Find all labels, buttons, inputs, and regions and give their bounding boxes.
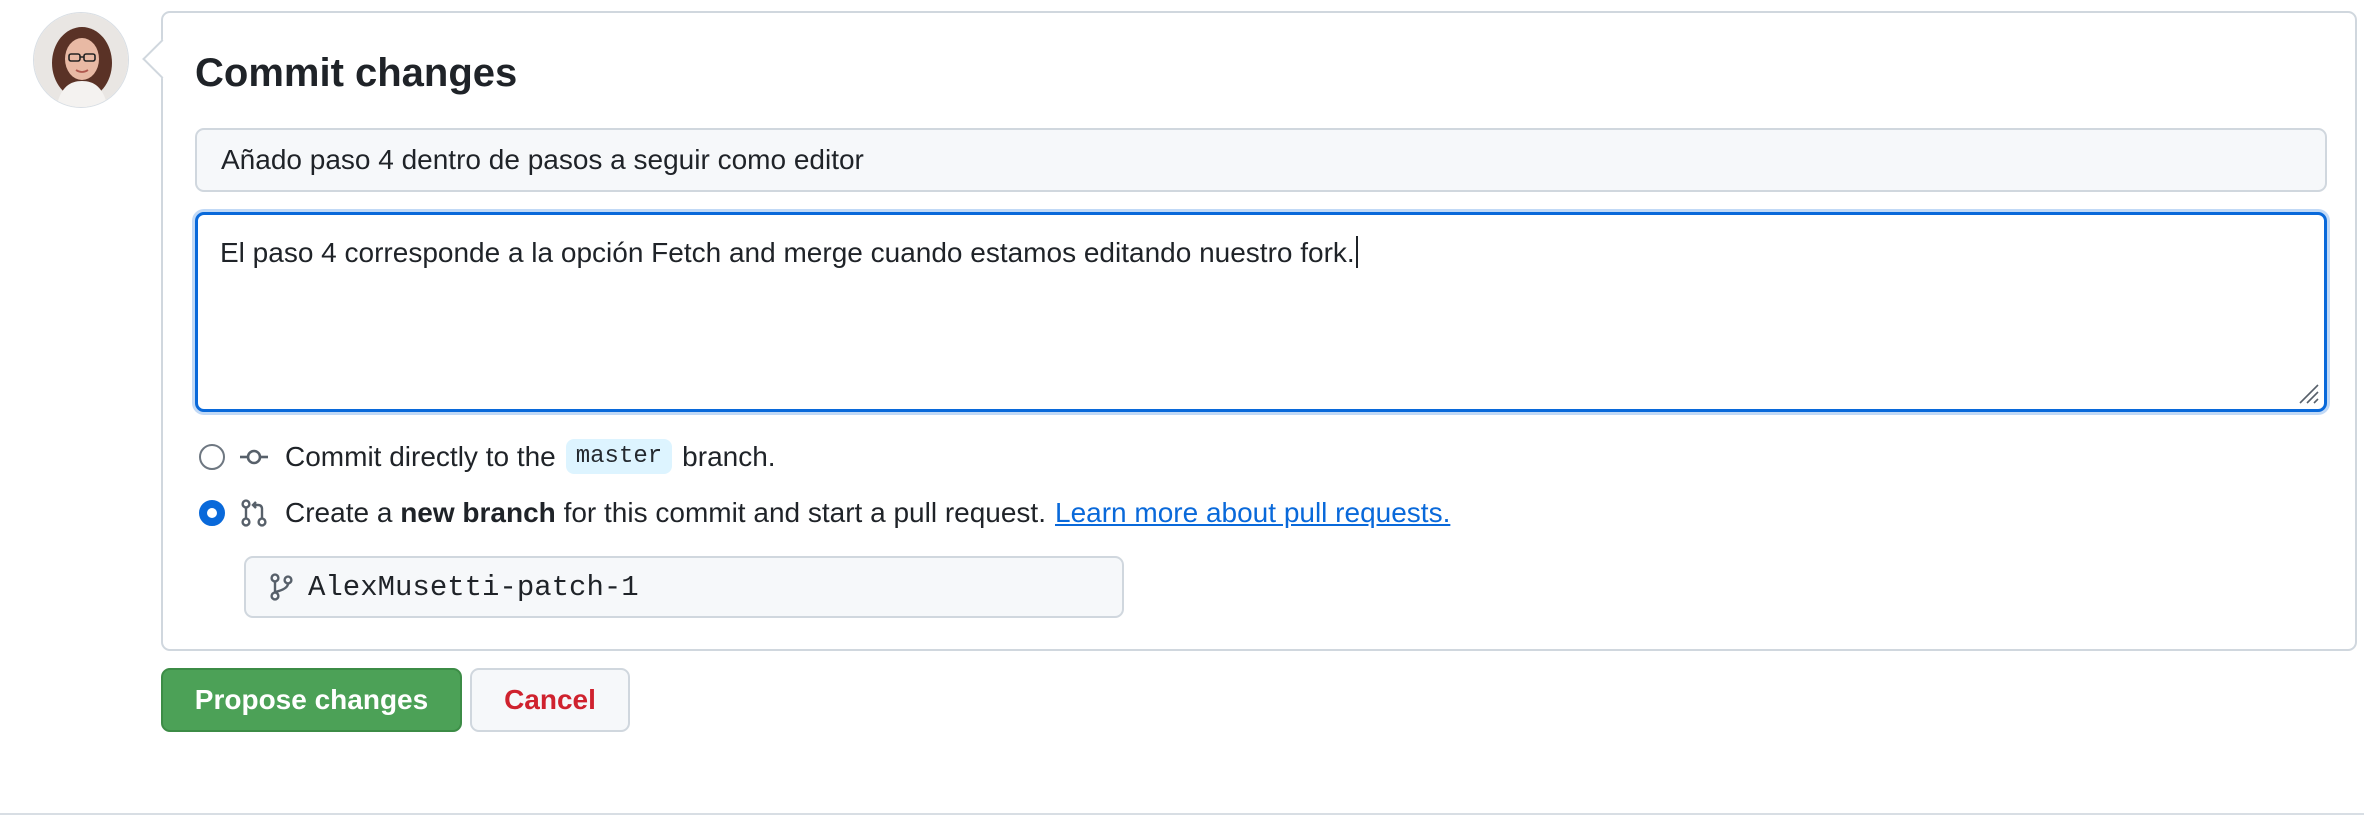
option-new-branch-prefix: Create a xyxy=(285,497,393,528)
text-caret xyxy=(1355,236,1358,268)
option-direct-suffix: branch. xyxy=(682,440,776,472)
propose-changes-button[interactable]: Propose changes xyxy=(161,668,462,732)
option-direct-text: Commit directly to the xyxy=(285,440,556,472)
resize-grip-icon[interactable] xyxy=(2296,381,2320,405)
learn-more-pull-requests-link[interactable]: Learn more about pull requests. xyxy=(1055,497,1450,529)
branch-name-code: master xyxy=(565,439,673,474)
option-commit-direct[interactable]: Commit directly to the master branch. xyxy=(199,439,776,474)
commit-description-text: El paso 4 corresponde a la opción Fetch … xyxy=(220,237,1355,268)
branch-name-value: AlexMusetti-patch-1 xyxy=(308,570,639,604)
bottom-divider xyxy=(0,813,2364,815)
commit-summary-input[interactable] xyxy=(195,128,2327,192)
cancel-button[interactable]: Cancel xyxy=(470,668,630,732)
radio-commit-direct[interactable] xyxy=(199,443,225,470)
commit-description-textarea[interactable]: El paso 4 corresponde a la opción Fetch … xyxy=(195,212,2327,412)
avatar[interactable] xyxy=(33,12,129,108)
option-new-branch[interactable]: Create a new branch for this commit and … xyxy=(199,497,1450,529)
commit-title: Commit changes xyxy=(195,51,518,95)
git-commit-icon xyxy=(240,449,268,464)
git-pull-request-icon xyxy=(241,499,267,527)
panel-pointer xyxy=(142,39,182,79)
radio-new-branch[interactable] xyxy=(199,500,225,526)
new-branch-name-input[interactable]: AlexMusetti-patch-1 xyxy=(244,556,1124,618)
option-new-branch-suffix: for this commit and start a pull request… xyxy=(563,497,1046,528)
commit-changes-panel: Commit changes El paso 4 corresponde a l… xyxy=(142,11,2357,651)
option-new-branch-bold: new branch xyxy=(400,497,556,528)
git-branch-icon xyxy=(270,573,293,601)
